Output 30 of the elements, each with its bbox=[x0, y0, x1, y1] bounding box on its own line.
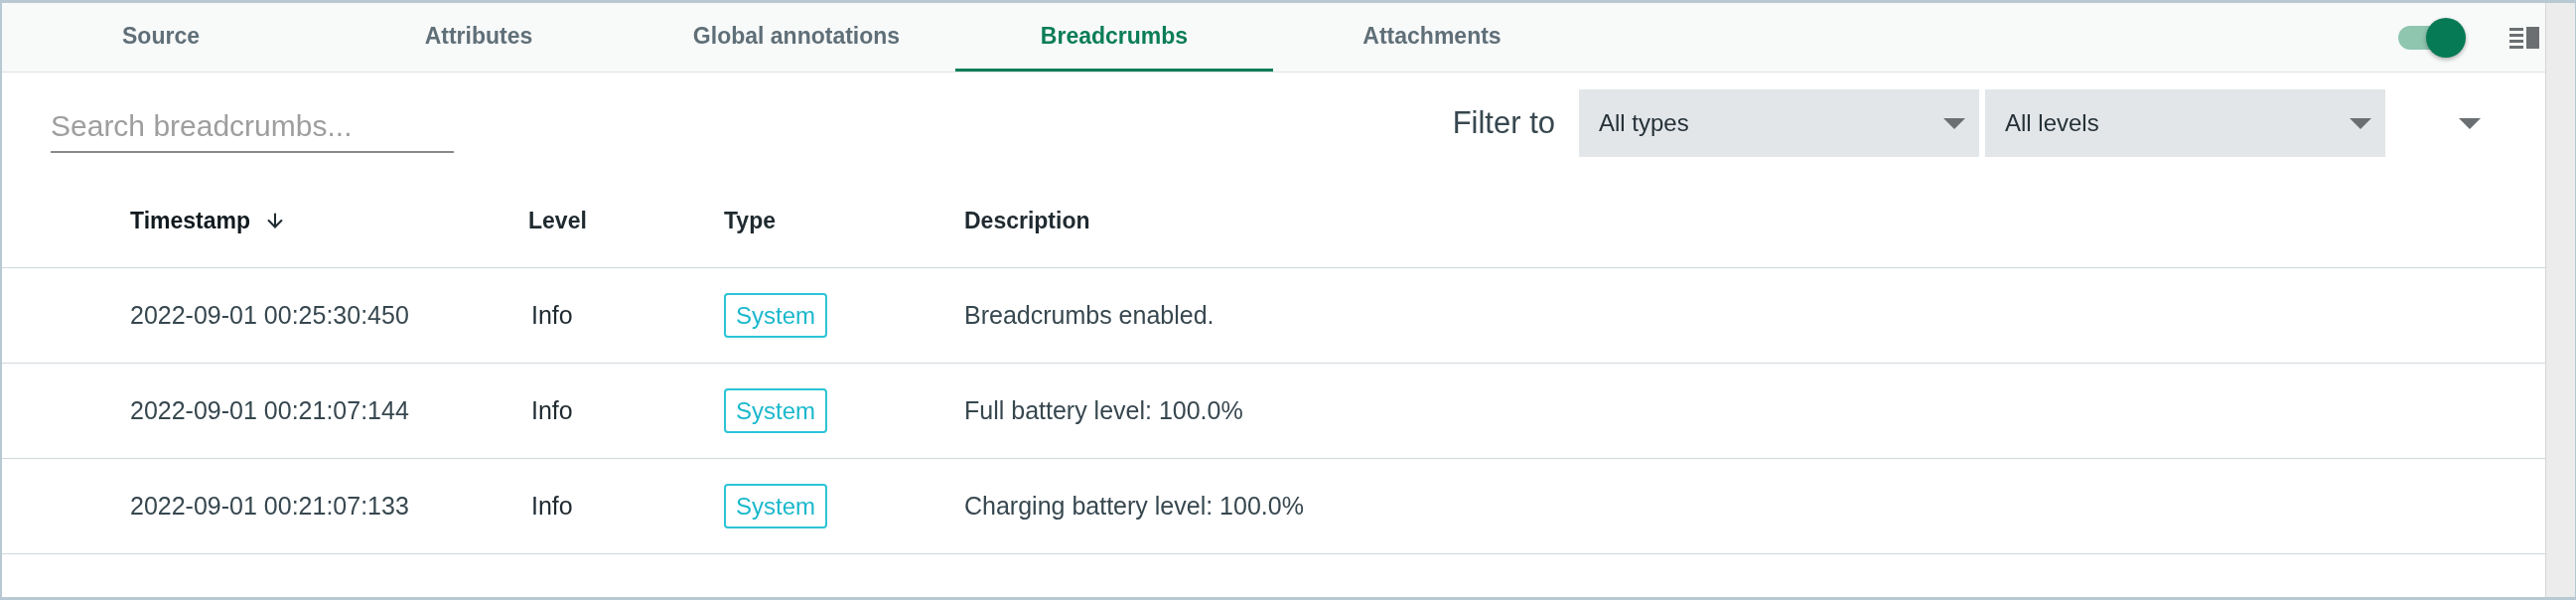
timestamp-cell: 2022-09-01 00:21:07:133 bbox=[130, 491, 409, 520]
toggle-switch[interactable] bbox=[2396, 16, 2468, 59]
level-cell: Info bbox=[531, 491, 573, 520]
column-header[interactable]: Timestamp bbox=[130, 203, 250, 238]
column-header[interactable]: Description bbox=[964, 203, 1090, 238]
tab[interactable]: Source bbox=[2, 3, 320, 72]
tab[interactable]: Global annotations bbox=[638, 3, 955, 72]
column-header[interactable]: Type bbox=[724, 203, 776, 238]
type-tag: System bbox=[724, 388, 827, 433]
dropdown-select[interactable]: All types bbox=[1579, 89, 1979, 157]
description-cell: Full battery level: 100.0% bbox=[964, 395, 1243, 424]
timestamp-cell: 2022-09-01 00:25:30:450 bbox=[130, 300, 409, 329]
tab[interactable]: Attachments bbox=[1273, 3, 1591, 72]
caret-down-icon bbox=[1943, 117, 1965, 129]
column-header[interactable]: Level bbox=[528, 203, 587, 238]
caret-down-icon[interactable] bbox=[2459, 117, 2481, 129]
description-cell: Charging battery level: 100.0% bbox=[964, 491, 1304, 520]
type-tag: System bbox=[724, 293, 827, 338]
description-cell: Breadcrumbs enabled. bbox=[964, 300, 1215, 329]
tab[interactable]: Attributes bbox=[320, 3, 638, 72]
timestamp-cell: 2022-09-01 00:21:07:144 bbox=[130, 395, 409, 424]
filter-label: Filter to bbox=[1452, 103, 1555, 142]
level-cell: Info bbox=[531, 395, 573, 424]
dropdown-select[interactable]: All levels bbox=[1985, 89, 2385, 157]
search-field[interactable]: Search breadcrumbs... bbox=[51, 93, 454, 153]
level-cell: Info bbox=[531, 300, 573, 329]
tab[interactable]: Breadcrumbs bbox=[955, 3, 1273, 72]
type-tag: System bbox=[724, 484, 827, 528]
column-layout-icon[interactable] bbox=[2509, 26, 2539, 49]
caret-down-icon bbox=[2350, 117, 2371, 129]
